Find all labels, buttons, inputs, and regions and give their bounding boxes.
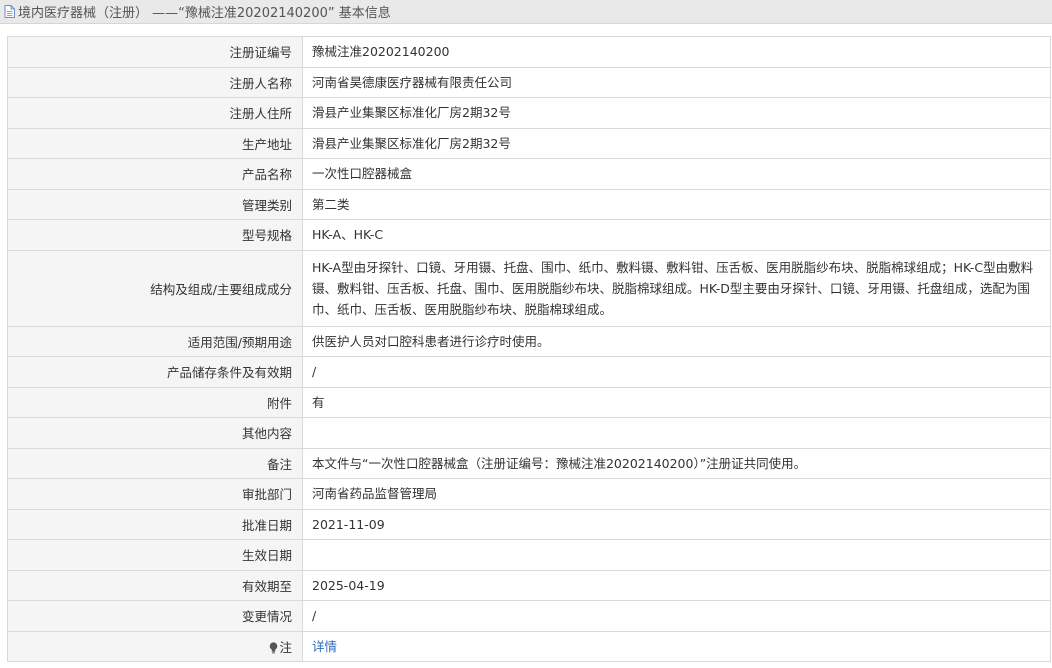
table-row: 管理类别 第二类 (7, 188, 1051, 220)
row-value: 本文件与“一次性口腔器械盒（注册证编号：豫械注准20202140200）”注册证… (302, 447, 1051, 479)
table-row: 变更情况 / (7, 600, 1051, 632)
row-value: 第二类 (302, 188, 1051, 220)
document-icon (4, 5, 15, 18)
row-label: 变更情况 (7, 600, 303, 632)
table-row: 注 详情 (7, 630, 1051, 662)
table-row: 型号规格 HK-A、HK-C (7, 219, 1051, 251)
row-value: 有 (302, 386, 1051, 418)
table-row: 生效日期 (7, 539, 1051, 571)
lightbulb-icon (269, 642, 278, 654)
row-label: 型号规格 (7, 219, 303, 251)
row-label: 适用范围/预期用途 (7, 325, 303, 357)
row-label: 备注 (7, 447, 303, 479)
row-label: 产品名称 (7, 158, 303, 190)
note-label-cell: 注 (7, 630, 303, 662)
row-label: 结构及组成/主要组成成分 (7, 249, 303, 327)
row-value: 2021-11-09 (302, 508, 1051, 540)
table-row: 适用范围/预期用途 供医护人员对口腔科患者进行诊疗时使用。 (7, 325, 1051, 357)
row-value: 豫械注准20202140200 (302, 36, 1051, 68)
row-value: HK-A、HK-C (302, 219, 1051, 251)
row-value: 河南省药品监督管理局 (302, 478, 1051, 510)
row-label: 生效日期 (7, 539, 303, 571)
row-value: / (302, 600, 1051, 632)
row-value (302, 539, 1051, 571)
row-label: 管理类别 (7, 188, 303, 220)
table-row: 备注 本文件与“一次性口腔器械盒（注册证编号：豫械注准20202140200）”… (7, 447, 1051, 479)
row-label: 产品储存条件及有效期 (7, 356, 303, 388)
row-value: 滑县产业集聚区标准化厂房2期32号 (302, 127, 1051, 159)
row-label: 注册证编号 (7, 36, 303, 68)
table-row: 批准日期 2021-11-09 (7, 508, 1051, 540)
row-value: 滑县产业集聚区标准化厂房2期32号 (302, 97, 1051, 129)
page-title-suffix: 基本信息 (334, 6, 391, 21)
table-row: 审批部门 河南省药品监督管理局 (7, 478, 1051, 510)
device-info-table: 注册证编号 豫械注准20202140200 注册人名称 河南省昊德康医疗器械有限… (7, 36, 1051, 662)
row-value-cell: 详情 (302, 630, 1051, 662)
table-row: 其他内容 (7, 417, 1051, 449)
row-value: 一次性口腔器械盒 (302, 158, 1051, 190)
page-title-bar: 境内医疗器械（注册） ——“豫械注准20202140200” 基本信息 (0, 0, 1052, 24)
details-link[interactable]: 详情 (312, 639, 337, 654)
row-value (302, 417, 1051, 449)
page-title: 境内医疗器械（注册） ——“豫械注准20202140200” 基本信息 (18, 2, 391, 21)
table-row: 注册人名称 河南省昊德康医疗器械有限责任公司 (7, 66, 1051, 98)
row-value: HK-A型由牙探针、口镜、牙用镊、托盘、围巾、纸巾、敷料镊、敷料钳、压舌板、医用… (302, 249, 1051, 327)
row-label: 附件 (7, 386, 303, 418)
row-label: 审批部门 (7, 478, 303, 510)
table-row: 生产地址 滑县产业集聚区标准化厂房2期32号 (7, 127, 1051, 159)
row-value: / (302, 356, 1051, 388)
row-label: 注册人名称 (7, 66, 303, 98)
table-row: 产品名称 一次性口腔器械盒 (7, 158, 1051, 190)
table-row: 附件 有 (7, 386, 1051, 418)
row-label: 注 (279, 639, 292, 655)
page-title-prefix: 境内医疗器械（注册） —— (18, 6, 179, 21)
row-label: 生产地址 (7, 127, 303, 159)
row-value: 河南省昊德康医疗器械有限责任公司 (302, 66, 1051, 98)
table-row: 产品储存条件及有效期 / (7, 356, 1051, 388)
table-row: 注册人住所 滑县产业集聚区标准化厂房2期32号 (7, 97, 1051, 129)
page-title-reg-no: “豫械注准20202140200” (178, 6, 335, 21)
row-label: 有效期至 (7, 569, 303, 601)
row-label: 批准日期 (7, 508, 303, 540)
table-row: 注册证编号 豫械注准20202140200 (7, 36, 1051, 68)
table-row: 结构及组成/主要组成成分 HK-A型由牙探针、口镜、牙用镊、托盘、围巾、纸巾、敷… (7, 249, 1051, 327)
row-value: 供医护人员对口腔科患者进行诊疗时使用。 (302, 325, 1051, 357)
table-row: 有效期至 2025-04-19 (7, 569, 1051, 601)
row-value: 2025-04-19 (302, 569, 1051, 601)
row-label: 其他内容 (7, 417, 303, 449)
row-label: 注册人住所 (7, 97, 303, 129)
